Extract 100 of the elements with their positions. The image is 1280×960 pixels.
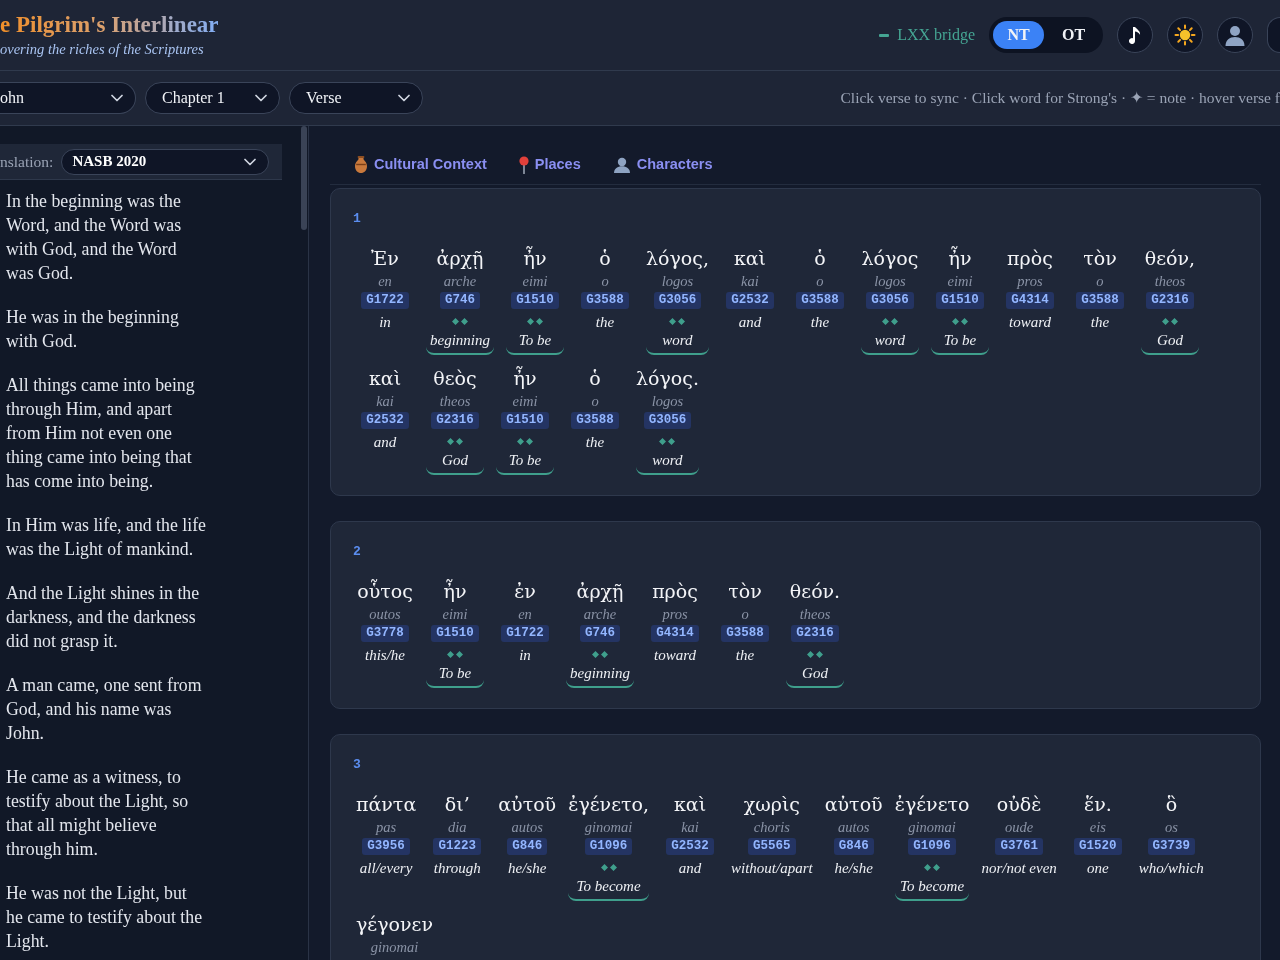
strongs-number[interactable]: G1510 <box>501 412 549 429</box>
greek-word[interactable]: Ἐν <box>371 245 399 271</box>
strongs-number[interactable]: G4314 <box>1006 292 1054 309</box>
strongs-number[interactable]: G3739 <box>1147 838 1196 855</box>
strongs-number[interactable]: G1096 <box>908 838 956 855</box>
strongs-number[interactable]: G2316 <box>431 412 479 429</box>
strongs-number[interactable]: G3588 <box>796 292 844 309</box>
testament-tab[interactable]: OT <box>1048 21 1099 49</box>
scrollbar-thumb[interactable] <box>301 126 307 230</box>
lxx-bridge-toggle[interactable]: LXX bridge <box>879 23 975 47</box>
strongs-number[interactable]: G3588 <box>581 292 629 309</box>
strongs-number[interactable]: G3778 <box>361 625 409 642</box>
verse-text[interactable]: He came as a witness, to testify about the Light, so that all might believe through him. <box>6 765 208 861</box>
transliteration: theos <box>439 392 471 411</box>
greek-word[interactable]: δι’ <box>444 791 470 817</box>
strongs-number[interactable]: G3588 <box>721 625 769 642</box>
greek-word[interactable]: ὁ <box>589 365 601 391</box>
greek-word[interactable]: πάντα <box>356 791 417 817</box>
dropdown-select[interactable]: Chapter 1 <box>145 82 280 114</box>
greek-word[interactable]: θεὸς <box>433 365 477 391</box>
gloss: nor/not even <box>981 859 1057 878</box>
greek-word[interactable]: ἦν <box>948 245 972 271</box>
gloss: To be <box>506 330 564 355</box>
translation-select[interactable]: NASB 2020 <box>61 148 270 175</box>
strongs-number[interactable]: G4314 <box>651 625 699 642</box>
context-tab[interactable]: Cultural Context <box>348 151 493 178</box>
greek-word[interactable]: ἕν. <box>1083 791 1112 817</box>
strongs-number[interactable]: G3588 <box>1076 292 1124 309</box>
greek-word[interactable]: λόγος, <box>646 245 709 271</box>
strongs-number[interactable]: G3056 <box>653 292 702 309</box>
greek-word[interactable]: τὸν <box>728 578 762 604</box>
greek-word[interactable]: ἀρχῇ <box>576 578 624 604</box>
greek-word[interactable]: λόγος <box>861 245 919 271</box>
context-tab[interactable]: Characters <box>606 151 719 178</box>
dropdown-select[interactable]: Verse <box>289 82 423 114</box>
strongs-number[interactable]: G1223 <box>433 838 481 855</box>
strongs-number[interactable]: G1722 <box>361 292 409 309</box>
strongs-number[interactable]: G2316 <box>791 625 839 642</box>
verse-text[interactable]: All things came into being through Him, and apart from Him not even one thing came into being that has come into being. <box>6 373 208 493</box>
strongs-number[interactable]: G3056 <box>643 412 692 429</box>
strongs-number[interactable]: G1510 <box>936 292 984 309</box>
strongs-number[interactable]: G3588 <box>571 412 619 429</box>
transliteration: eimi <box>442 605 468 624</box>
greek-word[interactable]: ἀρχῇ <box>436 245 484 271</box>
strongs-number[interactable]: G2532 <box>361 412 409 429</box>
context-tab[interactable]: Places <box>512 151 587 178</box>
strongs-number[interactable]: G1722 <box>501 625 549 642</box>
greek-word[interactable]: τὸν <box>1083 245 1117 271</box>
strongs-number[interactable]: G1510 <box>511 292 559 309</box>
greek-word[interactable]: ἦν <box>523 245 547 271</box>
verse-text[interactable]: He was in the beginning with God. <box>6 305 208 353</box>
transliteration: arche <box>443 272 477 291</box>
strongs-number[interactable]: G2532 <box>726 292 774 309</box>
greek-word[interactable]: πρὸς <box>1007 245 1053 271</box>
greek-word[interactable]: ἐγένετο, <box>568 791 649 817</box>
theme-button[interactable] <box>1167 17 1203 53</box>
greek-word[interactable]: χωρὶς <box>743 791 800 817</box>
greek-word[interactable]: ἐγένετο <box>894 791 970 817</box>
greek-word[interactable]: λόγος. <box>636 365 699 391</box>
greek-word[interactable]: καὶ <box>368 365 402 391</box>
verse-text[interactable]: A man came, one sent from God, and his name was John. <box>6 673 208 745</box>
strongs-number[interactable]: G2316 <box>1146 292 1194 309</box>
greek-word[interactable]: ὁ <box>814 245 826 271</box>
double-diamond-icon <box>517 438 533 445</box>
strongs-number[interactable]: G3956 <box>362 838 410 855</box>
greek-word[interactable]: πρὸς <box>652 578 698 604</box>
transliteration: autos <box>511 818 543 837</box>
strongs-number[interactable]: G3056 <box>866 292 914 309</box>
profile-button[interactable] <box>1217 17 1253 53</box>
greek-word[interactable]: γέγονεν <box>356 911 433 937</box>
music-button[interactable] <box>1117 17 1153 53</box>
greek-word[interactable]: ὃ <box>1165 791 1178 817</box>
strongs-number[interactable]: G746 <box>440 292 480 309</box>
strongs-number[interactable]: G746 <box>580 625 620 642</box>
strongs-number[interactable]: G2532 <box>666 838 714 855</box>
greek-word[interactable]: οὗτος <box>357 578 413 604</box>
verse-text[interactable]: In Him was life, and the life was the Light of mankind. <box>6 513 208 561</box>
strongs-number[interactable]: G1520 <box>1074 838 1122 855</box>
greek-word[interactable]: αὐτοῦ <box>498 791 557 817</box>
gloss: the <box>585 433 605 452</box>
strongs-number[interactable]: G1510 <box>431 625 479 642</box>
strongs-number[interactable]: G846 <box>507 838 548 855</box>
verse-text[interactable]: And the Light shines in the darkness, and the darkness did not grasp it. <box>6 581 208 653</box>
strongs-number[interactable]: G3761 <box>995 838 1043 855</box>
greek-word[interactable]: καὶ <box>733 245 767 271</box>
verse-text[interactable]: He was not the Light, but he came to testify about the Light. <box>6 881 208 953</box>
greek-word[interactable]: ἦν <box>513 365 537 391</box>
strongs-number[interactable]: G1096 <box>584 838 633 855</box>
strongs-number[interactable]: G5565 <box>748 838 796 855</box>
greek-word[interactable]: οὐδὲ <box>996 791 1042 817</box>
greek-word[interactable]: ὁ <box>599 245 611 271</box>
greek-word[interactable]: καὶ <box>673 791 707 817</box>
greek-word[interactable]: θεόν. <box>789 578 841 604</box>
greek-word[interactable]: ἦν <box>443 578 467 604</box>
strongs-number[interactable]: G846 <box>833 838 874 855</box>
verse-text[interactable]: In the beginning was the Word, and the Word was with God, and the Word was God. <box>6 189 208 285</box>
greek-word[interactable]: θεόν, <box>1144 245 1196 271</box>
dropdown-select[interactable]: ohn <box>0 82 136 114</box>
greek-word[interactable]: αὐτοῦ <box>824 791 883 817</box>
greek-word[interactable]: ἐν <box>514 578 536 604</box>
